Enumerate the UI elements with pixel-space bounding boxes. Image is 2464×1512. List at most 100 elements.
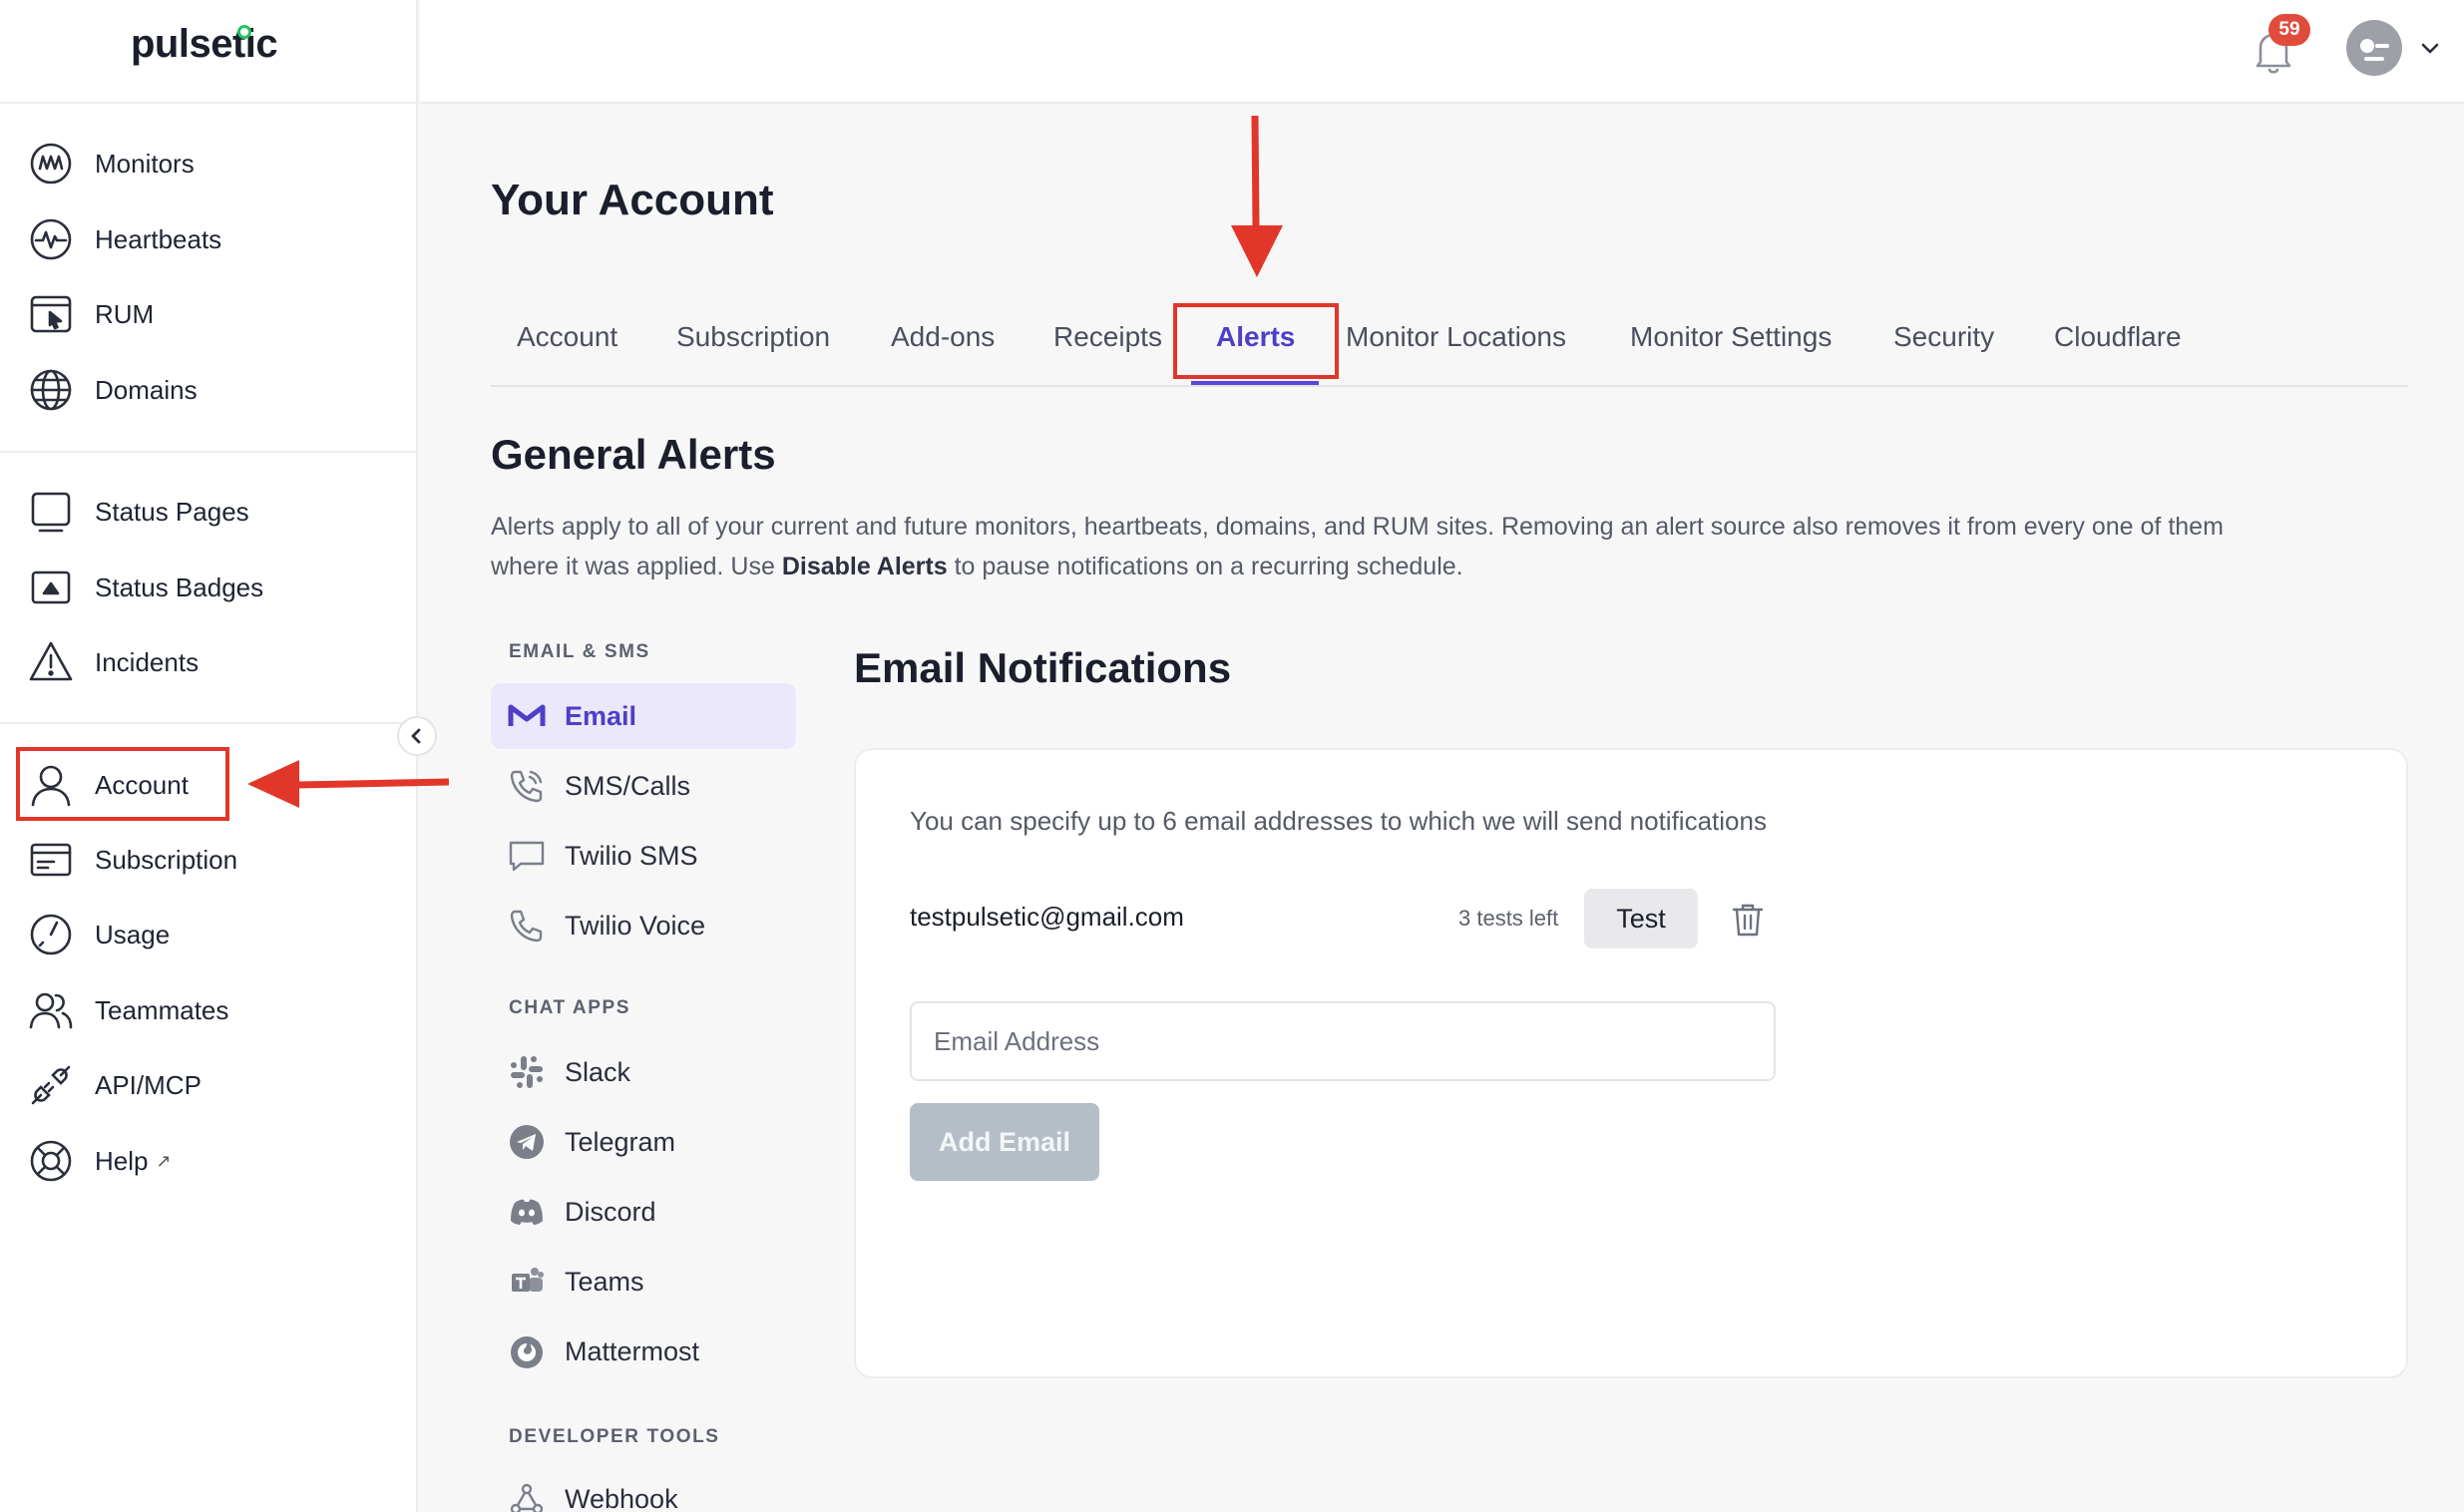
alert-source-slack[interactable]: Slack: [491, 1039, 796, 1105]
sidebar-item-teammates[interactable]: Teammates: [28, 980, 387, 1040]
notification-badge: 59: [2268, 14, 2310, 46]
tests-left-count: 3 tests left: [1458, 906, 1559, 931]
description-text-end: to pause notifications on a recurring sc…: [947, 553, 1463, 580]
status-badge-icon: [31, 570, 71, 604]
email-address-input[interactable]: [910, 1001, 1776, 1081]
sidebar-item-api[interactable]: API/MCP: [28, 1055, 387, 1115]
alert-source-twilio-voice[interactable]: Twilio Voice: [491, 893, 796, 958]
alert-source-label: Teams: [565, 1266, 644, 1297]
email-notifications-description: You can specify up to 6 email addresses …: [910, 806, 1767, 836]
tab-receipts[interactable]: Receipts: [1053, 321, 1162, 353]
teams-icon: [512, 1268, 544, 1292]
general-alerts-title: General Alerts: [491, 431, 776, 478]
alert-source-sms-calls[interactable]: SMS/Calls: [491, 753, 796, 819]
disable-alerts-text: Disable Alerts: [781, 553, 948, 580]
sidebar-item-label: Help: [95, 1145, 149, 1176]
webhook-icon: [510, 1483, 544, 1512]
sidebar-item-status-pages[interactable]: Status Pages: [28, 482, 387, 542]
annotation-arrow-down: [1231, 116, 1283, 277]
sidebar-item-heartbeats[interactable]: Heartbeats: [28, 209, 387, 269]
general-alerts-description: Alerts apply to all of your current and …: [491, 507, 2247, 586]
active-tab-indicator: [1191, 381, 1319, 385]
email-notifications-title: Email Notifications: [854, 644, 1232, 691]
chat-apps-heading: CHAT APPS: [509, 997, 631, 1018]
sidebar-item-label: API/MCP: [95, 1069, 202, 1100]
logo-status-dot: [237, 25, 251, 39]
sidebar-item-usage[interactable]: Usage: [28, 905, 387, 964]
test-email-button[interactable]: Test: [1584, 889, 1698, 948]
alert-source-twilio-sms[interactable]: Twilio SMS: [491, 823, 796, 889]
users-icon: [29, 992, 73, 1029]
phone-icon: [510, 770, 543, 803]
alert-source-label: Email: [565, 700, 637, 731]
slack-icon: [511, 1056, 543, 1088]
page-title: Your Account: [491, 176, 774, 224]
sidebar-item-label: Monitors: [95, 148, 195, 179]
alert-source-teams[interactable]: Teams: [491, 1249, 796, 1315]
status-page-icon: [31, 492, 71, 533]
chevron-left-icon: [411, 728, 421, 744]
globe-icon: [30, 369, 72, 411]
logo[interactable]: pulsetic: [0, 0, 418, 104]
email-notifications-card: You can specify up to 6 email addresses …: [854, 748, 2408, 1378]
sidebar-item-rum[interactable]: RUM: [28, 284, 387, 344]
tab-subscription[interactable]: Subscription: [676, 321, 830, 353]
sidebar-item-label: Heartbeats: [95, 223, 222, 254]
tab-monitor-settings[interactable]: Monitor Settings: [1630, 321, 1832, 353]
sidebar-divider: [0, 451, 418, 453]
warning-icon: [29, 641, 73, 681]
alert-source-telegram[interactable]: Telegram: [491, 1109, 796, 1175]
chevron-down-icon[interactable]: [2418, 36, 2442, 60]
alert-source-label: Mattermost: [565, 1335, 700, 1366]
alert-source-email[interactable]: Email: [491, 683, 796, 749]
add-email-button[interactable]: Add Email: [910, 1103, 1099, 1181]
user-avatar-icon: [2360, 39, 2389, 61]
alert-source-discord[interactable]: Discord: [491, 1179, 796, 1245]
telegram-icon: [510, 1125, 544, 1159]
gmail-icon: [508, 704, 546, 726]
tab-monitor-locations[interactable]: Monitor Locations: [1346, 321, 1566, 353]
collapse-sidebar-button[interactable]: [397, 716, 437, 756]
alert-source-mattermost[interactable]: Mattermost: [491, 1319, 796, 1384]
sidebar-item-incidents[interactable]: Incidents: [28, 632, 387, 692]
tab-security[interactable]: Security: [1893, 321, 1994, 353]
plug-icon: [31, 1065, 71, 1105]
lifebuoy-icon: [30, 1140, 72, 1182]
developer-tools-heading: DEVELOPER TOOLS: [509, 1426, 720, 1447]
alerts-highlight-box: [1173, 303, 1339, 379]
tab-cloudflare[interactable]: Cloudflare: [2054, 321, 2182, 353]
alert-source-label: Webhook: [565, 1483, 678, 1512]
account-highlight-box: [16, 747, 229, 821]
alert-source-label: Discord: [565, 1196, 656, 1227]
sidebar-divider: [0, 722, 418, 724]
alert-source-label: Twilio Voice: [565, 910, 706, 941]
sidebar-item-monitors[interactable]: Monitors: [28, 134, 387, 193]
sidebar-item-label: Subscription: [95, 844, 238, 875]
alert-source-label: SMS/Calls: [565, 770, 691, 801]
external-link-icon: ↗: [156, 1150, 172, 1171]
trash-icon[interactable]: [1728, 900, 1768, 940]
alert-source-webhook[interactable]: Webhook: [491, 1466, 796, 1512]
avatar[interactable]: [2346, 20, 2402, 76]
sidebar-item-label: Incidents: [95, 646, 200, 677]
email-address-value: testpulsetic@gmail.com: [910, 902, 1184, 932]
account-tabs: Account Subscription Add-ons Receipts Al…: [491, 311, 2408, 387]
sidebar-item-label: RUM: [95, 298, 155, 329]
tab-add-ons[interactable]: Add-ons: [891, 321, 995, 353]
discord-icon: [511, 1199, 543, 1225]
sidebar-item-label: Status Badges: [95, 571, 264, 602]
monitors-icon: [30, 143, 72, 185]
sidebar-item-label: Teammates: [95, 994, 229, 1025]
alert-source-label: Telegram: [565, 1126, 676, 1157]
sidebar-item-subscription[interactable]: Subscription: [28, 830, 387, 890]
sidebar-item-help[interactable]: Help ↗: [28, 1131, 387, 1191]
mattermost-icon: [511, 1336, 543, 1368]
rum-icon: [30, 295, 72, 333]
topbar: 59: [420, 0, 2464, 104]
sidebar-item-label: Usage: [95, 919, 171, 949]
sidebar-item-domains[interactable]: Domains: [28, 360, 387, 420]
sidebar-item-status-badges[interactable]: Status Badges: [28, 558, 387, 617]
gauge-icon: [30, 914, 72, 955]
sidebar-item-label: Domains: [95, 374, 198, 405]
tab-account[interactable]: Account: [517, 321, 617, 353]
